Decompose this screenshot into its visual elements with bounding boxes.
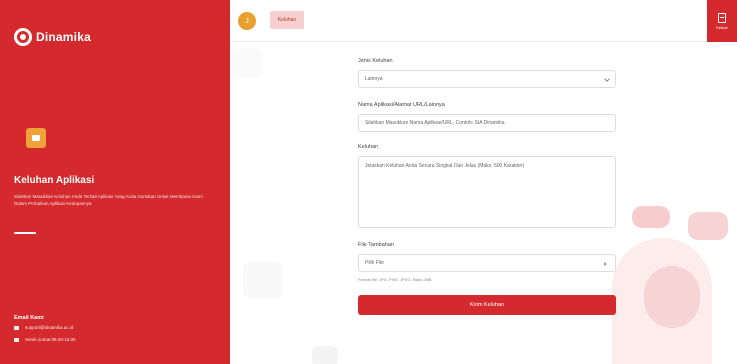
complaint-label: Keluhan [358,144,379,150]
bg-decoration [312,346,338,364]
bg-decoration [232,48,262,78]
tab-keluhan[interactable]: Keluhan [270,11,304,29]
contact-phone: Senin-Jumat 08.00-16.00 [25,337,76,342]
contact-title: Email Kami [14,315,44,321]
complaint-placeholder: Jelaskan Keluhan Anda Secara Singkat Dan… [365,163,525,169]
file-label: File Tambahan [358,242,394,248]
feature-icon [26,128,46,148]
user-avatar[interactable]: J [238,12,256,30]
logout-button[interactable]: Keluar [707,0,737,42]
bg-speech-bubble [688,212,728,240]
file-button-text: Pilih File [365,260,384,266]
contact-email-row[interactable]: support@dinamika.ac.id [14,325,73,330]
logo-text: Dinamika [36,30,91,44]
panel-title: Keluhan Aplikasi [14,175,95,186]
logout-icon [718,12,726,23]
type-label: Jenis Keluhan [358,58,393,64]
app-name-placeholder: Silahkan Masukkan Nama Aplikasi/URL, Con… [365,120,505,126]
file-upload-input[interactable]: Pilih File [358,254,616,272]
bg-decoration [243,262,283,298]
bg-speech-bubble [632,206,670,228]
panel-divider [14,232,36,234]
contact-phone-row[interactable]: Senin-Jumat 08.00-16.00 [14,337,76,342]
complaint-textarea[interactable]: Jelaskan Keluhan Anda Secara Singkat Dan… [358,156,616,228]
caret-right-icon [604,262,607,266]
panel-description: Silahkan Masukkan Keluhan Anda Terkait A… [14,194,203,206]
complaint-type-select[interactable]: Lainnya [358,70,616,88]
left-panel: Dinamika Keluhan Aplikasi Silahkan Masuk… [0,0,230,364]
submit-button[interactable]: Kirim Keluhan [358,295,616,315]
logout-label: Keluar [716,24,728,30]
app-name-input[interactable]: Silahkan Masukkan Nama Aplikasi/URL, Con… [358,114,616,132]
complaint-type-value: Lainnya [365,76,383,82]
complaint-form: Jenis Keluhan Lainnya Nama Aplikasi/Alam… [358,58,616,315]
chevron-down-icon [604,76,610,82]
logo-mark-icon [14,28,32,46]
app-label: Nama Aplikasi/Alamat URL/Lainnya [358,102,445,108]
file-hint: Format file: JPG, PNG, JPEG. Maks 2MB [358,277,432,282]
phone-icon [14,337,19,342]
bg-illustration [644,266,700,328]
mail-icon [14,325,19,330]
contact-email: support@dinamika.ac.id [25,325,74,330]
brand-logo[interactable]: Dinamika [14,28,91,46]
top-bar: J Keluhan Keluar [230,0,737,42]
